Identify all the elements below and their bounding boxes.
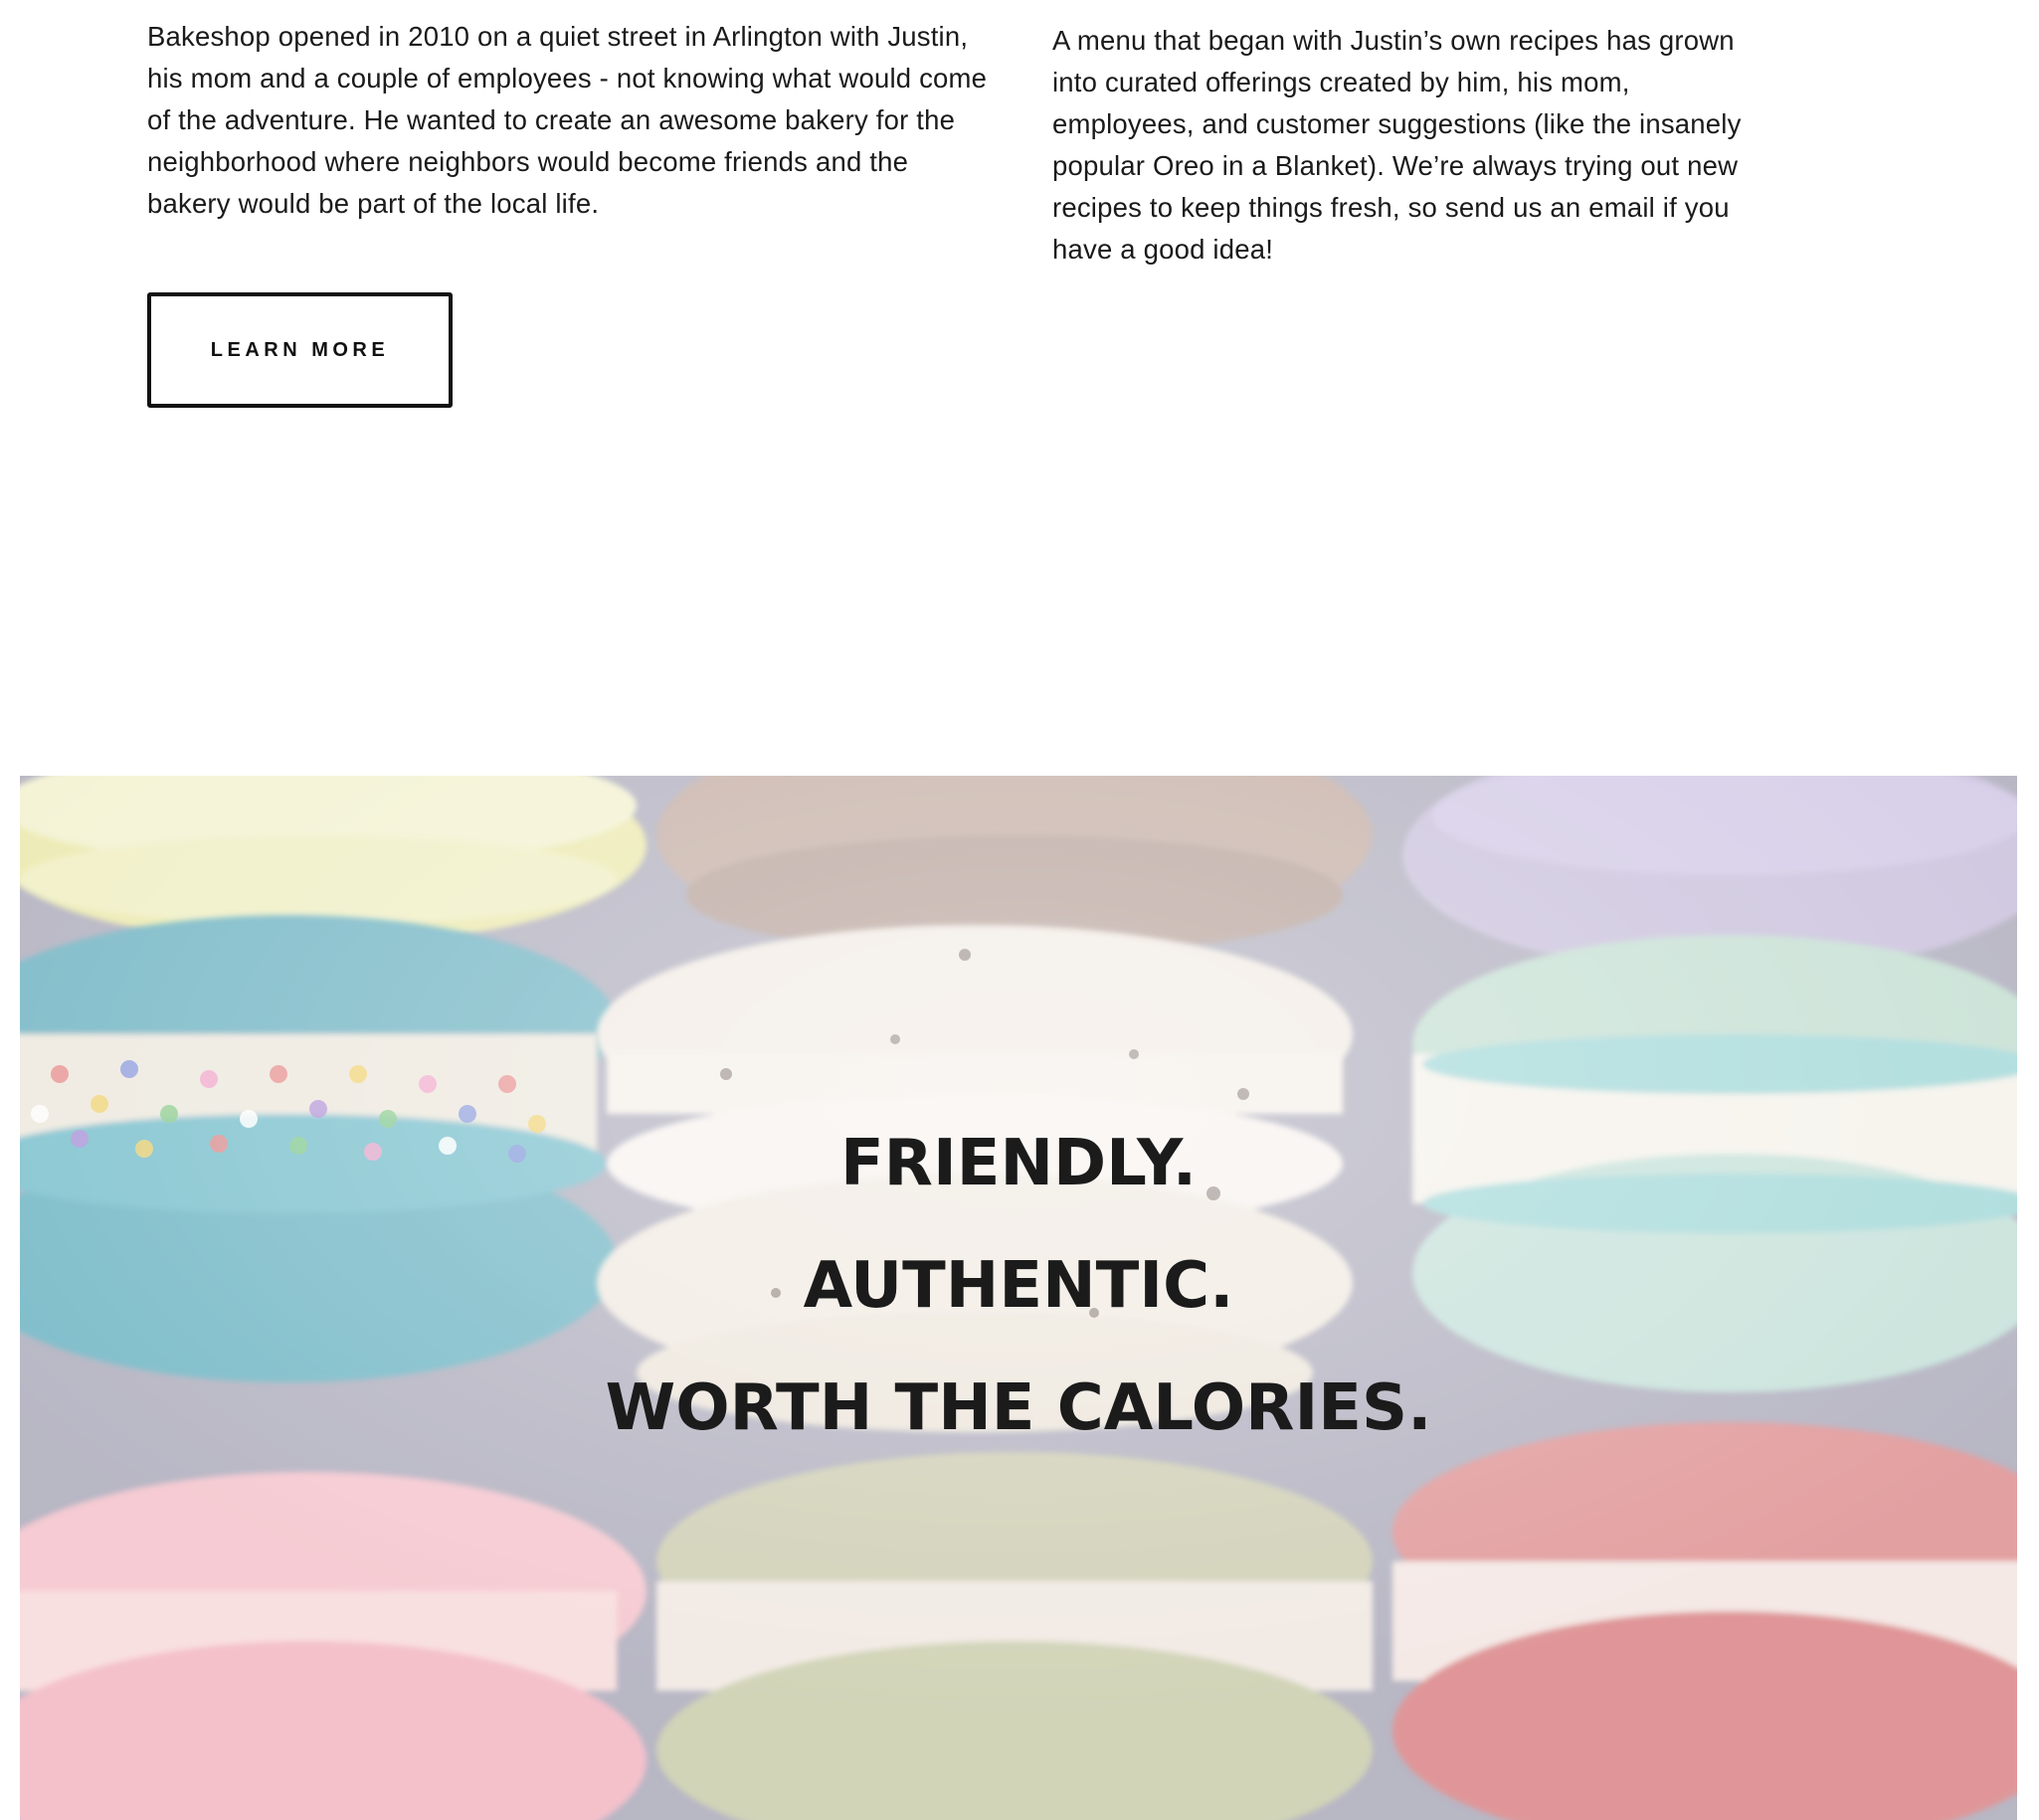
page: Bakeshop opened in 2010 on a quiet stree… [0,0,2039,1820]
tagline-line-2: AUTHENTIC. [803,1249,1234,1323]
macaron-hero-banner: FRIENDLY. AUTHENTIC. WORTH THE CALORIES. [20,776,2017,1820]
learn-more-button[interactable]: LEARN MORE [147,292,453,408]
menu-paragraph: A menu that began with Justin’s own reci… [1052,25,1742,265]
about-menu-column: A menu that began with Justin’s own reci… [1052,20,1749,271]
tagline-line-1: FRIENDLY. [839,1127,1198,1200]
about-story-column: Bakeshop opened in 2010 on a quiet stree… [147,16,993,225]
tagline-line-3: WORTH THE CALORIES. [605,1371,1432,1445]
about-section: Bakeshop opened in 2010 on a quiet stree… [0,0,2039,776]
story-paragraph: Bakeshop opened in 2010 on a quiet stree… [147,21,988,219]
page-right-margin [2017,0,2039,1820]
